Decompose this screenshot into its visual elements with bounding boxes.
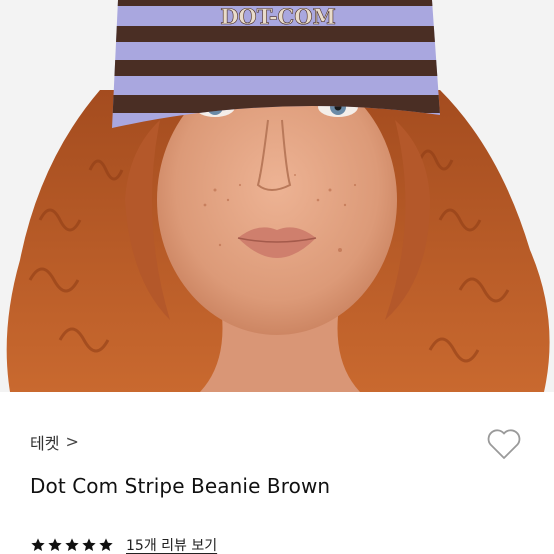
product-image[interactable]: DOT-COM: [0, 0, 554, 392]
star-filled-icon: [99, 538, 113, 551]
review-link[interactable]: 15개 리뷰 보기: [126, 535, 217, 554]
star-filled-icon: [31, 538, 45, 551]
rating-row: 15개 리뷰 보기: [30, 535, 217, 554]
wishlist-button[interactable]: [484, 424, 524, 464]
product-info: 테켓 > Dot Com Stripe Beanie Brown 15개 리뷰 …: [0, 392, 554, 554]
chevron-right-icon: >: [65, 432, 79, 451]
product-photo: DOT-COM: [0, 0, 554, 392]
beanie-logo-text: DOT-COM: [220, 4, 336, 29]
heart-outline-icon: [487, 429, 521, 459]
product-title: Dot Com Stripe Beanie Brown: [30, 474, 331, 498]
star-filled-icon: [48, 538, 62, 551]
star-filled-icon: [82, 538, 96, 551]
brand-link[interactable]: 테켓 >: [30, 430, 79, 454]
rating-stars: [30, 537, 114, 553]
product-detail-page: DOT-COM 테켓 > Dot Com Stripe Beanie Brown…: [0, 0, 554, 554]
brand-name: 테켓: [30, 434, 60, 453]
star-filled-icon: [65, 538, 79, 551]
